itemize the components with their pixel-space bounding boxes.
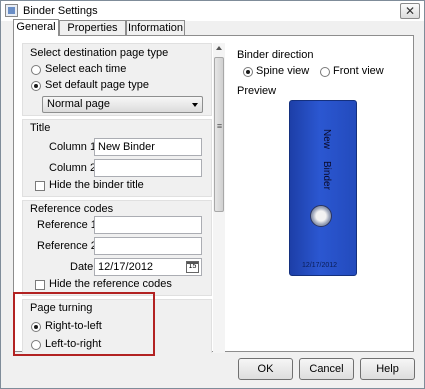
column1-label: Column 1 [49,141,97,153]
binder-finger-hole [310,205,332,227]
hide-title-label: Hide the binder title [49,179,144,191]
app-icon [5,4,18,17]
page-turning-highlight [13,292,155,356]
hide-title-checkbox[interactable] [35,181,45,191]
radio-front-view[interactable] [320,67,330,77]
binder-settings-window: Binder Settings ✕ General Properties Inf… [0,0,425,389]
ok-button[interactable]: OK [238,358,293,380]
calendar-icon[interactable]: 15 [186,261,199,273]
binder-spine-preview: New Binder 12/17/2012 [289,100,357,276]
option-select-each-time: Select each time [45,63,127,75]
reference2-input[interactable] [94,237,202,255]
radio-spine-view[interactable] [243,67,253,77]
reference-heading: Reference codes [30,203,114,215]
vertical-scrollbar[interactable] [213,43,225,353]
close-button[interactable]: ✕ [400,3,420,19]
spine-date: 12/17/2012 [302,262,338,269]
destination-group: Select destination page type Select each… [22,43,212,116]
tab-general[interactable]: General [13,19,59,36]
page-type-select[interactable]: Normal page [42,96,203,113]
cancel-button[interactable]: Cancel [299,358,354,380]
hide-reference-label: Hide the reference codes [49,278,172,290]
reference1-label: Reference 1 [37,219,97,231]
date-value: 12/17/2012 [98,261,154,273]
column2-input[interactable] [94,159,202,177]
spine-title-line1: New [321,129,332,150]
reference2-label: Reference 2 [37,240,97,252]
title-group: Title Column 1 New Binder Column 2 Hide … [22,119,212,197]
scroll-thumb[interactable] [214,57,224,212]
tab-information[interactable]: Information [126,20,185,35]
date-input[interactable]: 12/17/2012 15 [94,258,202,276]
preview-heading: Preview [237,85,277,97]
scroll-up-icon[interactable] [216,46,222,50]
option-spine-view: Spine view [256,65,310,77]
window-title: Binder Settings [23,5,98,17]
destination-heading: Select destination page type [30,47,169,59]
radio-set-default[interactable] [31,81,41,91]
spine-title-line2: Binder [321,161,332,190]
option-set-default: Set default page type [45,79,149,91]
tab-properties[interactable]: Properties [59,20,126,35]
chevron-down-icon [192,103,198,107]
radio-select-each-time[interactable] [31,65,41,75]
column1-input[interactable]: New Binder [94,138,202,156]
reference1-input[interactable] [94,216,202,234]
title-bar: Binder Settings ✕ [1,1,424,21]
help-button[interactable]: Help [360,358,415,380]
page-type-value: Normal page [47,98,110,110]
date-label: Date [70,261,94,273]
option-front-view: Front view [333,65,384,77]
binder-direction-heading: Binder direction [237,49,314,61]
title-heading: Title [30,122,51,134]
column2-label: Column 2 [49,162,97,174]
reference-group: Reference codes Reference 1 Reference 2 … [22,200,212,296]
hide-reference-checkbox[interactable] [35,280,45,290]
